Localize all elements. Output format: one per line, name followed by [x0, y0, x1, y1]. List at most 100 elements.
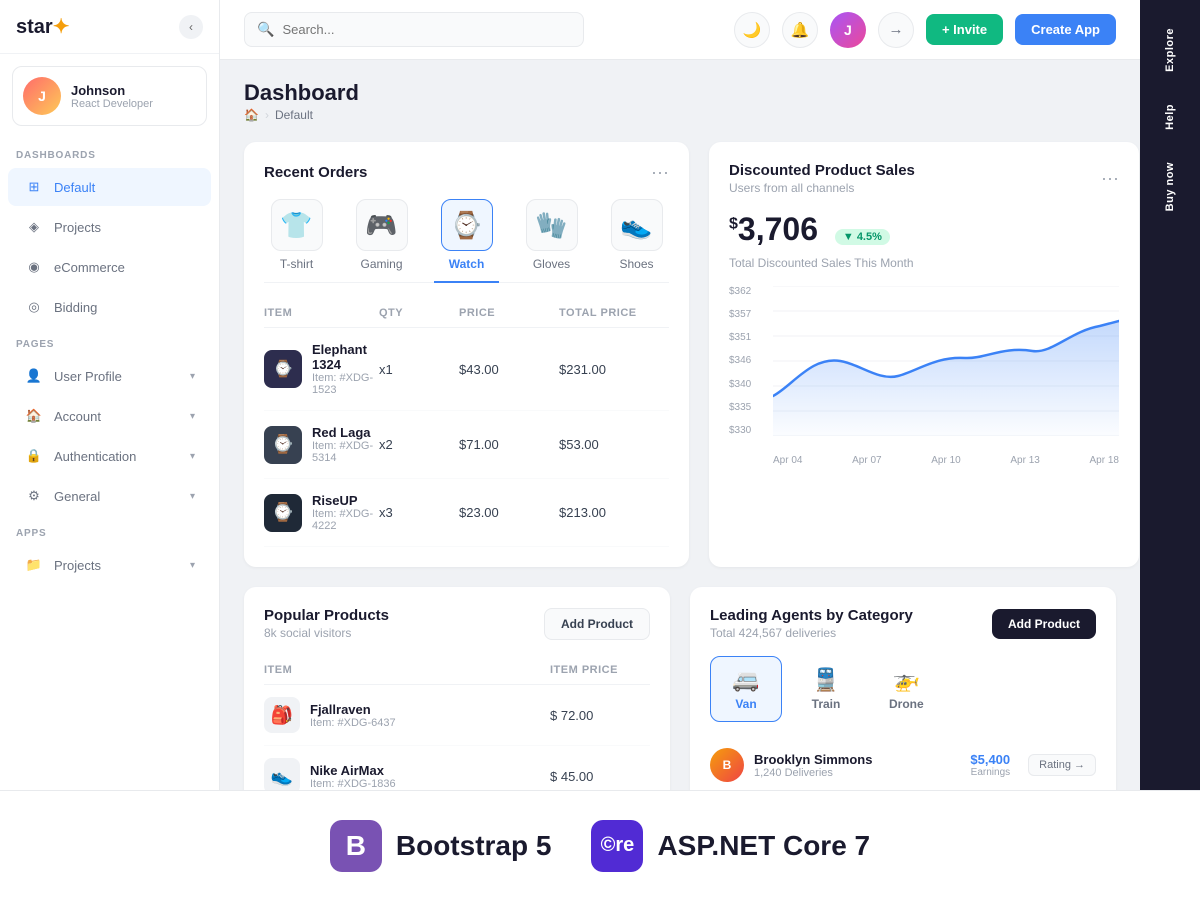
card-title: Recent Orders	[264, 164, 367, 181]
tab-van[interactable]: 🚐 Van	[710, 656, 782, 722]
sidebar-logo-area: star✦ ‹	[0, 0, 219, 54]
badge-percent: ▼ 4.5%	[835, 229, 890, 245]
grid-icon: ⊞	[24, 177, 44, 197]
projects-icon: ◈	[24, 217, 44, 237]
tab-label: Gloves	[533, 257, 570, 271]
product-id: Item: #XDG-1836	[310, 778, 396, 790]
user-card[interactable]: J Johnson React Developer	[12, 66, 207, 126]
product-id: Item: #XDG-6437	[310, 717, 396, 729]
product-image: 🎒	[264, 697, 300, 733]
sidebar-item-bidding[interactable]: ◎ Bidding	[8, 288, 211, 326]
tab-gloves[interactable]: 🧤 Gloves	[519, 199, 584, 283]
agent-info: Brooklyn Simmons 1,240 Deliveries	[754, 752, 872, 779]
card-menu-icon[interactable]: ···	[1101, 168, 1119, 189]
agent-earnings-label: Earnings	[970, 767, 1010, 778]
table-row: ⌚ Elephant 1324 Item: #XDG-1523 x1 $43.0…	[264, 328, 669, 411]
sidebar-item-label: Projects	[54, 558, 101, 573]
sidebar-item-user-profile[interactable]: 👤 User Profile ▾	[8, 357, 211, 395]
user-avatar-topbar[interactable]: J	[830, 12, 866, 48]
x-label: Apr 18	[1090, 455, 1119, 466]
add-product-button[interactable]: Add Product	[544, 608, 650, 640]
search-input[interactable]	[282, 22, 571, 37]
create-app-button[interactable]: Create App	[1015, 14, 1116, 45]
train-icon: 🚆	[812, 667, 839, 693]
products-card-header: Popular Products 8k social visitors Add …	[264, 607, 650, 640]
buy-now-button[interactable]: Buy now	[1156, 150, 1184, 223]
chart-card-header: Discounted Product Sales Users from all …	[729, 162, 1119, 195]
order-total: $231.00	[559, 362, 669, 377]
tab-shoes[interactable]: 👟 Shoes	[604, 199, 669, 283]
order-qty: x2	[379, 437, 459, 452]
tab-train[interactable]: 🚆 Train	[790, 656, 862, 722]
tab-label: Van	[735, 697, 756, 711]
chart-svg-wrapper	[773, 286, 1119, 436]
sidebar-item-account[interactable]: 🏠 Account ▾	[8, 397, 211, 435]
aspnet-icon: ©re	[591, 820, 643, 872]
invite-button[interactable]: + Invite	[926, 14, 1003, 45]
col-item: ITEM	[264, 664, 550, 676]
van-icon: 🚐	[732, 667, 759, 693]
sales-chart-card: Discounted Product Sales Users from all …	[709, 142, 1139, 567]
agents-card-subtitle: Total 424,567 deliveries	[710, 626, 913, 640]
user-icon: 👤	[24, 366, 44, 386]
agent-earnings: $5,400	[970, 752, 1010, 767]
chevron-down-icon: ▾	[190, 411, 195, 422]
order-item-image: ⌚	[264, 494, 302, 532]
chevron-down-icon: ▾	[190, 491, 195, 502]
theme-toggle-button[interactable]: 🌙	[734, 12, 770, 48]
agent-deliveries: 1,240 Deliveries	[754, 767, 872, 779]
logo-star: ✦	[53, 16, 70, 38]
sidebar-item-label: Account	[54, 409, 101, 424]
chart-description: Total Discounted Sales This Month	[729, 256, 1119, 270]
agent-earnings-wrap: $5,400 Earnings	[970, 752, 1010, 778]
rating-button[interactable]: Rating →	[1028, 754, 1096, 776]
search-icon: 🔍	[257, 21, 274, 38]
arrow-right-icon[interactable]: →	[878, 12, 914, 48]
card-menu-icon[interactable]: ···	[651, 162, 669, 183]
notifications-button[interactable]: 🔔	[782, 12, 818, 48]
x-label: Apr 10	[931, 455, 960, 466]
order-total: $213.00	[559, 505, 669, 520]
tab-tshirt[interactable]: 👕 T-shirt	[264, 199, 329, 283]
x-label: Apr 13	[1010, 455, 1039, 466]
help-button[interactable]: Help	[1156, 92, 1184, 142]
add-product-button-agents[interactable]: Add Product	[992, 609, 1096, 639]
pages-section-label: PAGES	[0, 327, 219, 356]
product-image: 👟	[264, 758, 300, 794]
footer-overlay: B Bootstrap 5 ©re ASP.NET Core 7	[0, 790, 1200, 900]
tab-drone[interactable]: 🚁 Drone	[870, 656, 943, 722]
folder-icon: 📁	[24, 555, 44, 575]
products-title-wrap: Popular Products 8k social visitors	[264, 607, 389, 640]
order-item-image: ⌚	[264, 350, 302, 388]
sidebar-item-label: General	[54, 489, 100, 504]
sidebar-item-projects[interactable]: ◈ Projects	[8, 208, 211, 246]
gloves-icon: 🧤	[526, 199, 578, 251]
tab-gaming[interactable]: 🎮 Gaming	[349, 199, 414, 283]
y-label: $335	[729, 402, 751, 413]
sidebar-item-default[interactable]: ⊞ Default	[8, 168, 211, 206]
tab-label: T-shirt	[280, 257, 313, 271]
sidebar-collapse-button[interactable]: ‹	[179, 15, 203, 39]
agent-avatar: B	[710, 748, 744, 782]
avatar: J	[23, 77, 61, 115]
chevron-down-icon: ▾	[190, 371, 195, 382]
tab-label: Train	[812, 697, 841, 711]
sidebar-item-authentication[interactable]: 🔒 Authentication ▾	[8, 437, 211, 475]
chevron-down-icon: ▾	[190, 560, 195, 571]
sidebar-item-general[interactable]: ⚙ General ▾	[8, 477, 211, 515]
home-icon: 🏠	[244, 108, 259, 122]
order-price: $71.00	[459, 437, 559, 452]
watch-icon: ⌚	[441, 199, 493, 251]
sidebar-item-projects-app[interactable]: 📁 Projects ▾	[8, 546, 211, 584]
order-item-name: Red Laga	[312, 425, 379, 440]
explore-button[interactable]: Explore	[1156, 16, 1184, 84]
sidebar-item-label: User Profile	[54, 369, 122, 384]
right-panel: Explore Help Buy now	[1140, 0, 1200, 900]
sidebar-item-ecommerce[interactable]: ◉ eCommerce	[8, 248, 211, 286]
col-qty: QTY	[379, 307, 459, 319]
chart-title: Discounted Product Sales	[729, 162, 915, 179]
tab-watch[interactable]: ⌚ Watch	[434, 199, 499, 283]
ecommerce-icon: ◉	[24, 257, 44, 277]
content-area: Dashboard 🏠 › Default Recent Orders ···	[220, 60, 1140, 900]
y-label: $362	[729, 286, 751, 297]
